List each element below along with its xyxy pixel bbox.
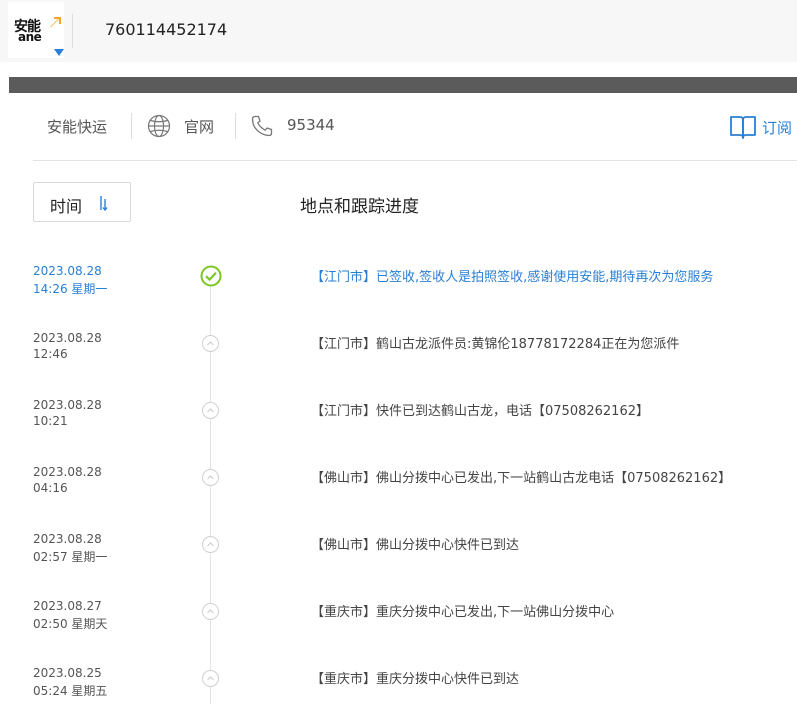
timeline-row: 2023.08.28 04:16 【佛山市】佛山分拨中心已发出,下一站鹤山古龙电… [0, 465, 797, 525]
phone-number: 95344 [287, 116, 335, 134]
divider [72, 14, 73, 48]
top-bar: 安能 ane 760114452174 [0, 0, 797, 62]
timeline-row: 2023.08.27 02:50 星期天 【重庆市】重庆分拨中心已发出,下一站佛… [0, 599, 797, 659]
chevron-up-icon [207, 341, 214, 346]
chevron-up-icon [207, 676, 214, 681]
phone-icon [251, 115, 273, 137]
timeline-row: 2023.08.28 02:57 星期一 【佛山市】佛山分拨中心快件已到达 [0, 532, 797, 592]
event-time: 02:50 星期天 [33, 617, 108, 631]
divider [235, 113, 236, 139]
event-description: 【江门市】快件已到达鹤山古龙，电话【07508262162】 [311, 404, 649, 419]
event-time: 04:16 [33, 481, 68, 495]
tracking-number: 760114452174 [105, 20, 228, 39]
event-date: 2023.08.28 [33, 331, 102, 345]
event-description: 【佛山市】佛山分拨中心快件已到达 [311, 538, 520, 553]
event-date: 2023.08.28 [33, 532, 102, 546]
timeline-row: 2023.08.25 05:24 星期五 【重庆市】重庆分拨中心快件已到达 [0, 666, 797, 726]
official-site-link[interactable]: 官网 [184, 116, 214, 137]
timeline-row: 2023.08.28 10:21 【江门市】快件已到达鹤山古龙，电话【07508… [0, 398, 797, 458]
globe-icon[interactable] [147, 114, 171, 138]
company-name: 安能快运 [47, 118, 108, 136]
carrier-info-bar: 安能快运 官网 95344 订阅 [33, 93, 797, 161]
chevron-down-icon[interactable] [54, 49, 64, 56]
timeline-row: 2023.08.28 12:46 【江门市】鹤山古龙派件员:黄锦伦1877817… [0, 331, 797, 391]
event-time: 02:57 星期一 [33, 550, 108, 564]
event-time: 12:46 [33, 347, 68, 361]
event-description: 【重庆市】重庆分拨中心已发出,下一站佛山分拨中心 [311, 605, 615, 620]
check-circle-icon [200, 265, 222, 287]
chevron-up-icon [207, 542, 214, 547]
timeline-dot [202, 335, 219, 352]
timeline-row: 2023.08.28 14:26 星期一 【江门市】已签收,签收人是拍照签收,感… [0, 264, 797, 324]
event-description: 【江门市】鹤山古龙派件员:黄锦伦18778172284正在为您派件 [311, 337, 680, 352]
timeline-dot [202, 469, 219, 486]
event-description: 【江门市】已签收,签收人是拍照签收,感谢使用安能,期待再次为您服务 [311, 270, 714, 285]
logo-text-en: ane [18, 30, 42, 44]
timeline-dot [202, 670, 219, 687]
divider-bar [9, 77, 797, 93]
event-date: 2023.08.28 [33, 398, 102, 412]
timeline-dot [202, 603, 219, 620]
divider [131, 113, 132, 139]
timeline-dot [202, 536, 219, 553]
sort-icon [100, 196, 108, 211]
timeline-dot [202, 402, 219, 419]
sort-time-button[interactable]: 时间 [33, 182, 131, 222]
chevron-up-icon [207, 475, 214, 480]
event-date: 2023.08.28 [33, 465, 102, 479]
event-time: 10:21 [33, 414, 68, 428]
event-description: 【佛山市】佛山分拨中心已发出,下一站鹤山古龙电话【07508262162】 [311, 471, 732, 486]
logo-arrow-icon [50, 17, 61, 27]
sort-label: 时间 [50, 197, 83, 216]
event-description: 【重庆市】重庆分拨中心快件已到达 [311, 672, 520, 687]
event-date: 2023.08.25 [33, 666, 102, 680]
event-time: 05:24 星期五 [33, 684, 108, 698]
book-icon[interactable] [729, 114, 757, 140]
chevron-up-icon [207, 408, 214, 413]
event-date: 2023.08.27 [33, 599, 102, 613]
event-date: 2023.08.28 [33, 264, 102, 278]
chevron-up-icon [207, 609, 214, 614]
subscribe-button[interactable]: 订阅 [762, 117, 792, 138]
column-title: 地点和跟踪进度 [300, 197, 419, 217]
event-time: 14:26 星期一 [33, 282, 108, 296]
